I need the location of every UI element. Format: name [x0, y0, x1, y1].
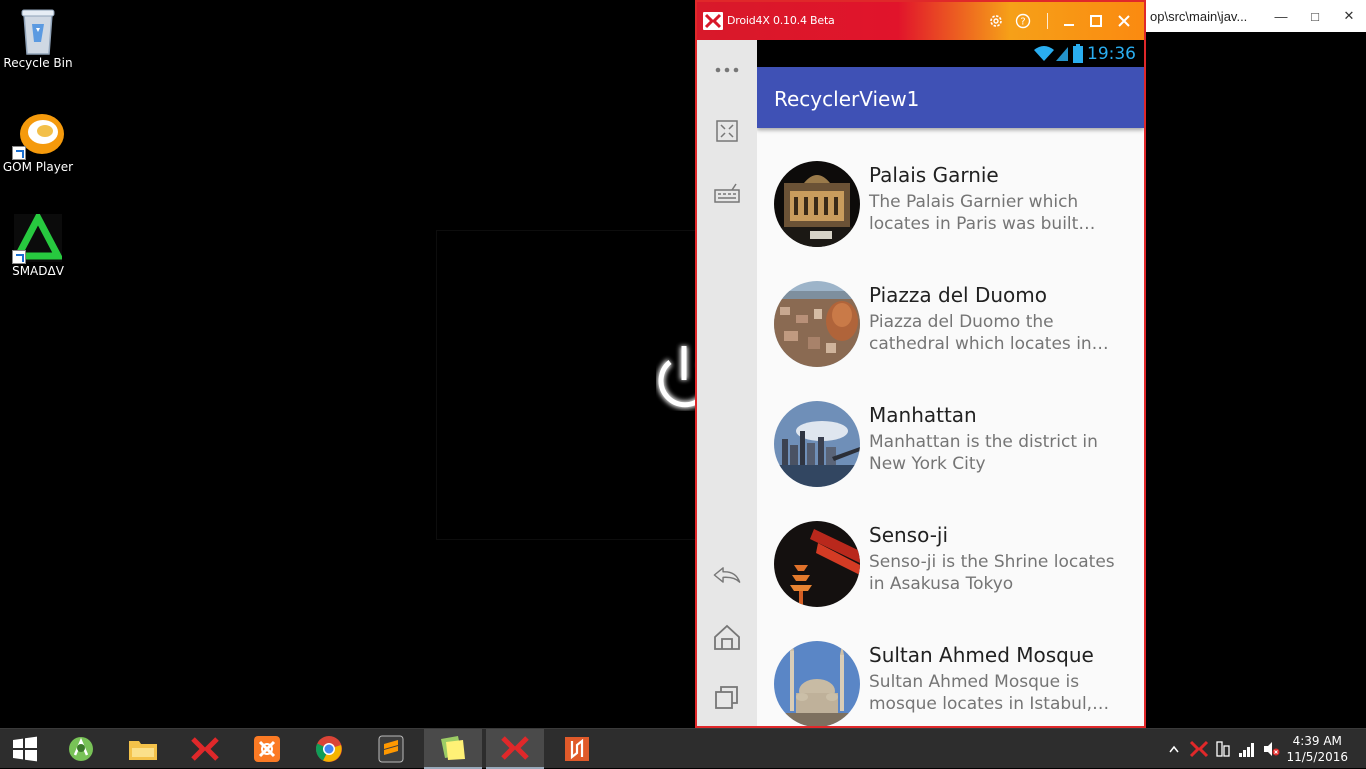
app-title: RecyclerView1	[774, 87, 920, 111]
droid4x-titlebar[interactable]: Droid4X 0.10.4 Beta ?	[697, 2, 1144, 40]
item-description: Senso-ji is the Shrine locates in Asakus…	[869, 552, 1115, 594]
background-code-window[interactable]: op\src\main\jav... — □ ✕	[1144, 0, 1366, 728]
droid4x-sidebar	[697, 40, 757, 726]
svg-text:?: ?	[1020, 17, 1025, 28]
droid4x-title: Droid4X 0.10.4 Beta	[727, 14, 835, 27]
smadav-icon	[12, 210, 64, 264]
clock-time: 4:39 AM	[1292, 734, 1342, 748]
recent-apps-icon[interactable]	[712, 682, 742, 712]
windows-start-icon[interactable]	[0, 729, 50, 769]
foxit-reader-icon[interactable]	[548, 729, 606, 769]
shortcut-arrow-icon	[12, 250, 26, 264]
chrome-icon[interactable]	[300, 729, 358, 769]
recycle-bin-label: Recycle Bin	[3, 56, 73, 70]
item-description: Manhattan is the district in New York Ci…	[869, 432, 1098, 474]
background-window-titlebar[interactable]: op\src\main\jav... — □ ✕	[1144, 0, 1366, 32]
settings-icon[interactable]	[986, 11, 1006, 31]
desktop-icon-smadav[interactable]: SMADΔV	[0, 210, 76, 278]
droid4x-active-icon[interactable]	[486, 729, 544, 769]
fullscreen-icon[interactable]	[712, 116, 742, 146]
manhattan-thumbnail	[774, 401, 860, 487]
shortcut-arrow-icon	[12, 146, 26, 160]
signal-icon	[1056, 47, 1068, 61]
item-description: Piazza del Duomo the cathedral which loc…	[869, 312, 1109, 354]
list-item[interactable]: Palais Garnie The Palais Garnier which l…	[757, 128, 1144, 248]
wifi-icon	[1034, 46, 1054, 61]
device-tray-icon[interactable]	[1212, 729, 1234, 769]
clock-date: 11/5/2016	[1286, 750, 1348, 764]
senso-ji-thumbnail	[774, 521, 860, 607]
item-title: Palais Garnie	[869, 163, 999, 187]
battery-icon	[1073, 44, 1083, 63]
android-studio-icon[interactable]	[52, 729, 110, 769]
file-explorer-icon[interactable]	[114, 729, 172, 769]
droid4x-icon[interactable]	[176, 729, 234, 769]
list-item[interactable]: Piazza del Duomo Piazza del Duomo the ca…	[757, 248, 1144, 368]
keyboard-icon[interactable]	[712, 178, 742, 208]
list-item[interactable]: Manhattan Manhattan is the district in N…	[757, 368, 1144, 488]
minimize-icon[interactable]: —	[1264, 0, 1298, 32]
item-title: Manhattan	[869, 403, 977, 427]
desktop-icon-recycle-bin[interactable]: Recycle Bin	[0, 6, 76, 70]
status-time: 19:36	[1087, 44, 1136, 64]
recycle-bin-icon	[14, 6, 62, 55]
maximize-icon[interactable]: □	[1298, 0, 1332, 32]
item-description: The Palais Garnier which locates in Pari…	[869, 192, 1096, 234]
recycler-view[interactable]: Palais Garnie The Palais Garnier which l…	[757, 128, 1144, 726]
background-window-title: op\src\main\jav...	[1150, 8, 1248, 24]
android-screen: 19:36 RecyclerView1 Palais Garnie The Pa…	[757, 40, 1144, 726]
smadav-label: SMADΔV	[12, 264, 64, 278]
droid4x-logo-icon	[703, 12, 723, 30]
item-title: Sultan Ahmed Mosque	[869, 643, 1094, 667]
taskbar-clock[interactable]: 4:39 AM 11/5/2016	[1286, 733, 1348, 765]
close-icon[interactable]: ✕	[1332, 0, 1366, 32]
more-icon[interactable]	[712, 55, 742, 85]
palais-garnier-thumbnail	[774, 161, 860, 247]
taskbar: 4:39 AM 11/5/2016	[0, 728, 1366, 769]
gom-player-label: GOM Player	[2, 160, 74, 174]
sublime-text-icon[interactable]	[362, 729, 420, 769]
piazza-del-duomo-thumbnail	[774, 281, 860, 367]
list-item[interactable]: Senso-ji Senso-ji is the Shrine locates …	[757, 488, 1144, 608]
sultan-ahmed-mosque-thumbnail	[774, 641, 860, 726]
item-title: Piazza del Duomo	[869, 283, 1047, 307]
background-window-body	[1144, 32, 1366, 728]
droid4x-tray-icon[interactable]	[1188, 729, 1210, 769]
help-icon[interactable]: ?	[1013, 11, 1033, 31]
droid4x-window[interactable]: Droid4X 0.10.4 Beta ? 19:36 RecyclerView…	[695, 0, 1146, 728]
item-title: Senso-ji	[869, 523, 949, 547]
app-toolbar: RecyclerView1	[757, 67, 1144, 128]
desktop-icon-gom-player[interactable]: GOM Player	[0, 110, 76, 174]
sticky-notes-icon[interactable]	[424, 729, 482, 769]
show-hidden-icons-icon[interactable]	[1166, 729, 1182, 769]
volume-muted-icon[interactable]	[1260, 729, 1282, 769]
close-icon[interactable]	[1114, 11, 1134, 31]
titlebar-separator	[1047, 13, 1048, 29]
network-signal-icon[interactable]	[1236, 729, 1258, 769]
list-item[interactable]: Sultan Ahmed Mosque Sultan Ahmed Mosque …	[757, 608, 1144, 726]
item-description: Sultan Ahmed Mosque is mosque locates in…	[869, 672, 1110, 714]
xampp-icon[interactable]	[238, 729, 296, 769]
back-icon[interactable]	[712, 560, 742, 590]
maximize-icon[interactable]	[1086, 11, 1106, 31]
gom-player-icon	[12, 110, 64, 160]
home-icon[interactable]	[712, 622, 742, 652]
minimize-icon[interactable]	[1059, 11, 1079, 31]
android-status-bar: 19:36	[757, 40, 1144, 67]
